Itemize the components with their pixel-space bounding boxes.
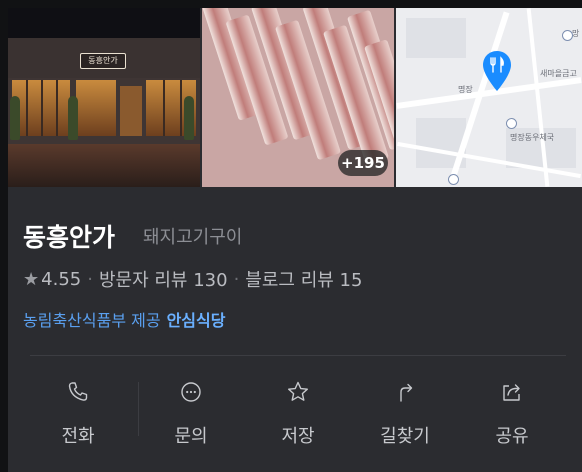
photo-mullion xyxy=(180,80,182,136)
star-icon xyxy=(288,381,308,401)
star-icon: ★ xyxy=(23,268,40,290)
rating-value: 4.55 xyxy=(41,268,82,290)
map-block xyxy=(406,18,466,58)
map-pin-icon xyxy=(483,51,511,91)
more-photos-badge[interactable]: +195 xyxy=(338,150,388,176)
photo-window xyxy=(76,80,116,136)
separator-dot: · xyxy=(87,268,93,290)
action-separator xyxy=(138,382,139,436)
photo-plant xyxy=(10,96,20,140)
divider xyxy=(30,355,566,356)
photo-sky xyxy=(8,8,200,38)
photo-mullion xyxy=(163,80,165,136)
action-label: 문의 xyxy=(174,426,208,447)
photo-plant xyxy=(184,96,194,140)
photo-plant xyxy=(68,96,78,140)
chat-icon xyxy=(181,382,201,402)
certification-badge: 안심식당 xyxy=(166,311,226,330)
map-poi-icon xyxy=(448,174,459,185)
photo-ground xyxy=(8,144,200,187)
rating-row: ★ 4.55 · 방문자 리뷰 130 · 블로그 리뷰 15 xyxy=(23,266,362,292)
map-poi-icon xyxy=(506,118,517,129)
place-card: 동흥안가 +195 망 새마을금고 명장 명장동우체국 동흥안가 돼지고기구이 … xyxy=(8,8,582,472)
action-bar: 전화 문의 저장 길찾기 공유 xyxy=(8,366,582,456)
storefront-photo[interactable]: 동흥안가 xyxy=(8,8,200,187)
photo-mullion xyxy=(26,80,28,136)
share-button[interactable]: 공유 xyxy=(472,366,552,456)
map-thumbnail[interactable]: 망 새마을금고 명장 명장동우체국 xyxy=(396,8,582,187)
directions-icon xyxy=(400,383,413,402)
map-label: 명장동우체국 xyxy=(510,133,555,142)
visitor-reviews-link[interactable]: 방문자 리뷰 130 xyxy=(99,266,228,292)
provider-row[interactable]: 농림축산식품부 제공 안심식당 xyxy=(23,307,225,331)
place-category: 돼지고기구이 xyxy=(143,227,243,248)
photo-mullion xyxy=(56,80,58,136)
map-label: 새마을금고 xyxy=(540,69,577,78)
photo-mullion xyxy=(41,80,43,136)
phone-icon xyxy=(68,382,88,401)
action-label: 저장 xyxy=(281,426,315,447)
storefront-sign: 동흥안가 xyxy=(80,53,126,69)
provider-text: 농림축산식품부 제공 xyxy=(23,311,161,330)
food-photo[interactable]: +195 xyxy=(202,8,394,187)
action-label: 전화 xyxy=(61,426,95,447)
photo-strip: 동흥안가 +195 망 새마을금고 명장 명장동우체국 xyxy=(8,8,582,187)
share-icon xyxy=(503,384,520,401)
save-button[interactable]: 저장 xyxy=(258,366,338,456)
screen: 동흥안가 +195 망 새마을금고 명장 명장동우체국 동흥안가 돼지고기구이 … xyxy=(0,0,582,472)
map-label: 망 xyxy=(572,29,580,38)
directions-button[interactable]: 길찾기 xyxy=(365,366,445,456)
place-name: 동흥안가 xyxy=(23,223,116,252)
blog-reviews-link[interactable]: 블로그 리뷰 15 xyxy=(245,266,362,292)
separator-dot: · xyxy=(233,268,240,290)
inquiry-button[interactable]: 문의 xyxy=(151,366,231,456)
photo-door xyxy=(120,86,142,136)
map-label: 명장 xyxy=(458,85,473,94)
action-label: 공유 xyxy=(495,426,529,447)
action-label: 길찾기 xyxy=(380,426,430,447)
call-button[interactable]: 전화 xyxy=(38,366,118,456)
